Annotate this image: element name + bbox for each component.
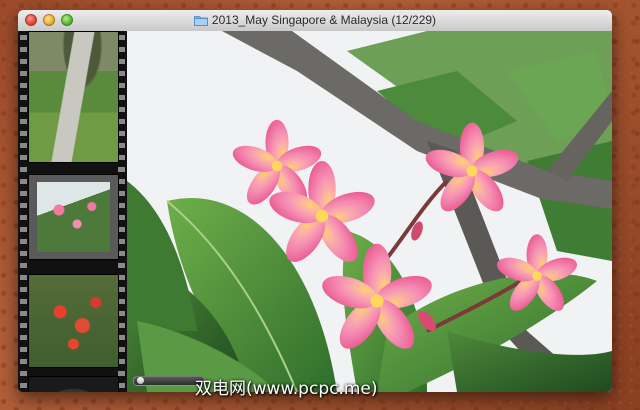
photo-viewer[interactable] [127,31,612,392]
main-photo [127,31,612,392]
folder-icon [194,16,208,26]
photo-viewer-window: 2013_May Singapore & Malaysia (12/229) [18,10,612,392]
window-title-group: 2013_May Singapore & Malaysia (12/229) [18,13,612,27]
zoom-slider-knob[interactable] [137,377,144,384]
thumbnail-garden-path[interactable] [28,31,119,163]
filmstrip[interactable] [18,31,127,392]
thumbnail-image [37,182,110,252]
title-bar[interactable]: 2013_May Singapore & Malaysia (12/229) [18,10,612,32]
thumbnail-pink-frangipani-selected[interactable] [28,174,119,260]
watermark-text: 双电网(www.pcpc.me) [195,379,378,399]
thumbnail-red-flowers[interactable] [28,274,119,368]
film-perforations-left [20,31,27,392]
film-perforations-right [118,31,125,392]
thumbnail-stone-arch[interactable] [28,376,119,392]
window-title: 2013_May Singapore & Malaysia (12/229) [211,13,437,27]
